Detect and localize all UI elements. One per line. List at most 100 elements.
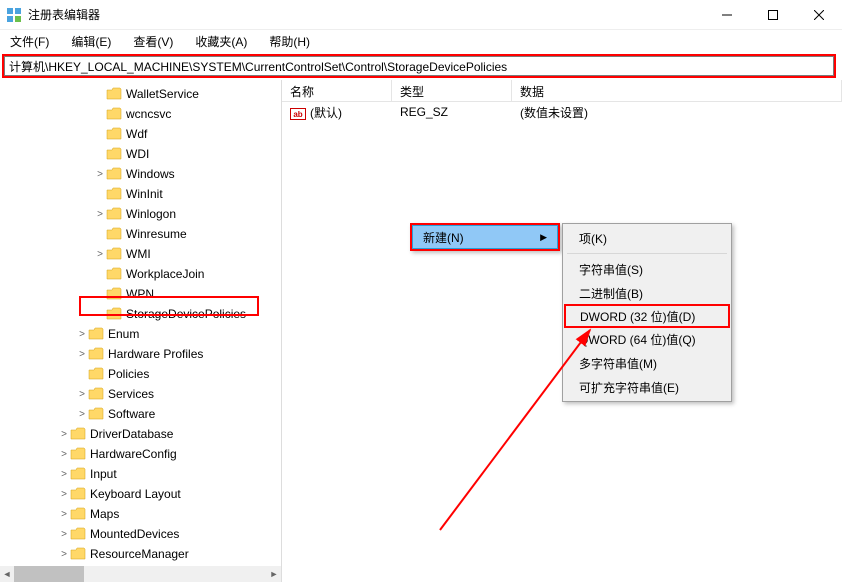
tree-item[interactable]: >Hardware Profiles bbox=[0, 344, 281, 364]
tree-item[interactable]: > Services bbox=[0, 384, 281, 404]
folder-icon bbox=[106, 247, 122, 261]
folder-icon bbox=[106, 107, 122, 121]
folder-icon bbox=[70, 527, 86, 541]
folder-icon bbox=[88, 347, 104, 361]
tree-item[interactable]: Winresume bbox=[0, 224, 281, 244]
tree-item[interactable]: WPN bbox=[0, 284, 281, 304]
folder-icon bbox=[106, 227, 122, 241]
tree-item[interactable]: > HardwareConfig bbox=[0, 444, 281, 464]
tree-item-label: Maps bbox=[88, 507, 119, 521]
tree-item[interactable]: >Winlogon bbox=[0, 204, 281, 224]
tree-item[interactable]: > Maps bbox=[0, 504, 281, 524]
expand-icon[interactable]: > bbox=[58, 449, 70, 460]
close-button[interactable] bbox=[796, 0, 842, 30]
addressbar[interactable]: 计算机\HKEY_LOCAL_MACHINE\SYSTEM\CurrentCon… bbox=[4, 56, 834, 76]
tree-item-label: WalletService bbox=[124, 87, 199, 101]
folder-icon bbox=[70, 507, 86, 521]
expand-icon[interactable]: > bbox=[76, 389, 88, 400]
expand-icon[interactable]: > bbox=[58, 529, 70, 540]
folder-icon bbox=[106, 287, 122, 301]
context-submenu: 项(K) 字符串值(S) 二进制值(B) DWORD (32 位)值(D) QW… bbox=[562, 223, 732, 402]
tree-item-label: HardwareConfig bbox=[88, 447, 177, 461]
list-row[interactable]: ab(默认) REG_SZ (数值未设置) bbox=[282, 102, 842, 122]
tree-item[interactable]: >Software bbox=[0, 404, 281, 424]
expand-icon[interactable]: > bbox=[58, 549, 70, 560]
tree-item[interactable]: >MountedDevices bbox=[0, 524, 281, 544]
tree-pane[interactable]: WalletService wcncsvc Wdf WDI > Windows WinIni… bbox=[0, 80, 282, 582]
expand-icon[interactable]: > bbox=[76, 409, 88, 420]
ctx-new-label: 新建(N) bbox=[423, 229, 464, 246]
tree-item[interactable]: wcncsvc bbox=[0, 104, 281, 124]
tree-item[interactable]: >Enum bbox=[0, 324, 281, 344]
tree-item[interactable]: Wdf bbox=[0, 124, 281, 144]
ctx-expandstring[interactable]: 可扩充字符串值(E) bbox=[565, 375, 729, 399]
addressbar-highlight: 计算机\HKEY_LOCAL_MACHINE\SYSTEM\CurrentCon… bbox=[2, 54, 836, 78]
folder-icon bbox=[106, 127, 122, 141]
folder-icon bbox=[70, 487, 86, 501]
col-header-type[interactable]: 类型 bbox=[392, 80, 512, 101]
ctx-multistring[interactable]: 多字符串值(M) bbox=[565, 351, 729, 375]
window-title: 注册表编辑器 bbox=[28, 6, 704, 23]
app-icon bbox=[6, 7, 22, 23]
expand-icon[interactable]: > bbox=[94, 169, 106, 180]
ctx-string[interactable]: 字符串值(S) bbox=[565, 257, 729, 281]
expand-icon[interactable]: > bbox=[76, 349, 88, 360]
tree-item[interactable]: Policies bbox=[0, 364, 281, 384]
expand-icon[interactable]: > bbox=[94, 249, 106, 260]
tree-item[interactable]: WalletService bbox=[0, 84, 281, 104]
tree-item-label: WMI bbox=[124, 247, 151, 261]
menu-help[interactable]: 帮助(H) bbox=[263, 31, 316, 52]
folder-icon bbox=[88, 327, 104, 341]
tree-item[interactable]: > Input bbox=[0, 464, 281, 484]
tree-item-label: Keyboard Layout bbox=[88, 487, 181, 501]
tree-item[interactable]: WorkplaceJoin bbox=[0, 264, 281, 284]
menu-file[interactable]: 文件(F) bbox=[4, 31, 55, 52]
tree-item[interactable]: >DriverDatabase bbox=[0, 424, 281, 444]
submenu-arrow-icon: ▶ bbox=[540, 232, 547, 243]
ctx-dword32[interactable]: DWORD (32 位)值(D) bbox=[564, 304, 730, 328]
tree-item-label: Input bbox=[88, 467, 117, 481]
tree-item[interactable]: > WMI bbox=[0, 244, 281, 264]
folder-icon bbox=[70, 427, 86, 441]
tree-item[interactable]: WinInit bbox=[0, 184, 281, 204]
menu-favorites[interactable]: 收藏夹(A) bbox=[189, 31, 253, 52]
expand-icon[interactable]: > bbox=[58, 469, 70, 480]
expand-icon[interactable]: > bbox=[58, 429, 70, 440]
ctx-binary[interactable]: 二进制值(B) bbox=[565, 281, 729, 305]
value-name: ab(默认) bbox=[282, 104, 392, 121]
tree-item-label: WDI bbox=[124, 147, 149, 161]
expand-icon[interactable]: > bbox=[76, 329, 88, 340]
expand-icon[interactable]: > bbox=[58, 509, 70, 520]
col-header-name[interactable]: 名称 bbox=[282, 80, 392, 101]
folder-icon bbox=[106, 147, 122, 161]
col-header-data[interactable]: 数据 bbox=[512, 80, 842, 101]
tree-item[interactable]: >ResourceManager bbox=[0, 544, 281, 564]
ctx-qword64[interactable]: QWORD (64 位)值(Q) bbox=[565, 327, 729, 351]
tree-item[interactable]: WDI bbox=[0, 144, 281, 164]
tree-item-label: Services bbox=[106, 387, 154, 401]
folder-icon bbox=[70, 547, 86, 561]
list-header: 名称 类型 数据 bbox=[282, 80, 842, 102]
context-menu-new: 新建(N) ▶ bbox=[410, 223, 560, 251]
folder-icon bbox=[106, 267, 122, 281]
tree-item-label: Wdf bbox=[124, 127, 147, 141]
tree-item[interactable]: > Windows bbox=[0, 164, 281, 184]
maximize-button[interactable] bbox=[750, 0, 796, 30]
tree-item[interactable]: StorageDevicePolicies bbox=[0, 304, 281, 324]
expand-icon[interactable]: > bbox=[94, 209, 106, 220]
ctx-key[interactable]: 项(K) bbox=[565, 226, 729, 250]
menu-edit[interactable]: 编辑(E) bbox=[65, 31, 117, 52]
value-data: (数值未设置) bbox=[512, 104, 842, 121]
folder-icon bbox=[106, 187, 122, 201]
tree-item-label: Windows bbox=[124, 167, 175, 181]
menu-separator bbox=[567, 253, 727, 254]
ctx-new[interactable]: 新建(N) ▶ bbox=[412, 225, 558, 249]
window-controls bbox=[704, 0, 842, 30]
minimize-button[interactable] bbox=[704, 0, 750, 30]
folder-icon bbox=[70, 447, 86, 461]
menu-view[interactable]: 查看(V) bbox=[127, 31, 179, 52]
folder-icon bbox=[70, 467, 86, 481]
tree-item[interactable]: > Keyboard Layout bbox=[0, 484, 281, 504]
expand-icon[interactable]: > bbox=[58, 489, 70, 500]
folder-icon bbox=[106, 167, 122, 181]
